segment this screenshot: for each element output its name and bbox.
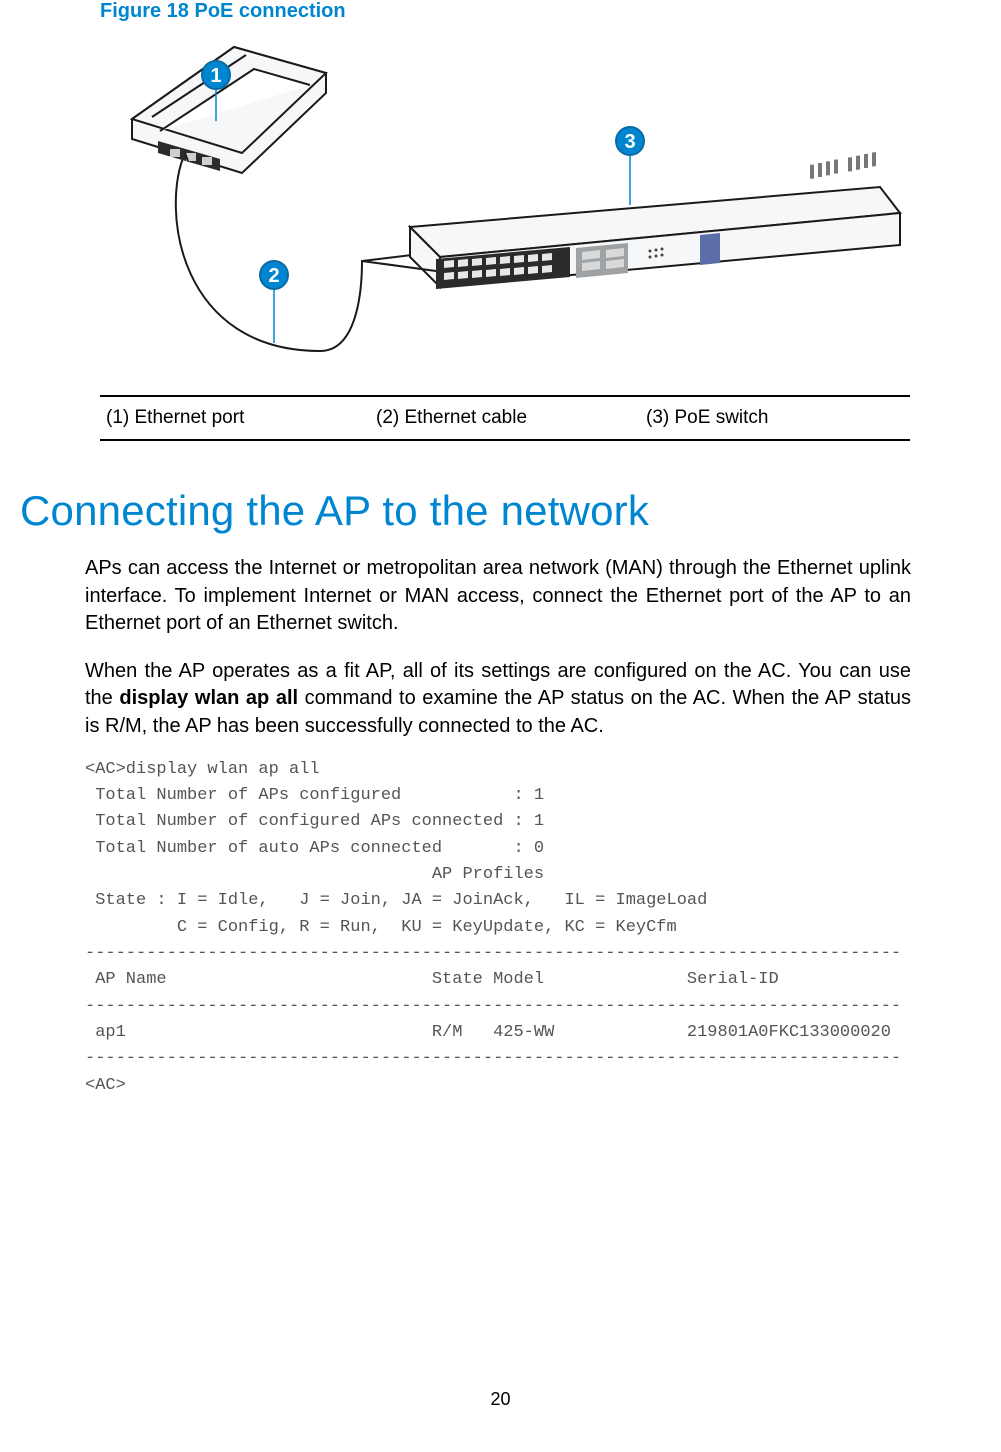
figure-diagram: 1 2 3 — [100, 31, 910, 367]
command-emphasis: display wlan ap all — [119, 687, 298, 709]
poe-switch-illustration — [362, 152, 900, 289]
svg-text:3: 3 — [624, 131, 635, 153]
access-point-illustration — [132, 47, 326, 173]
callout-1: 1 — [202, 61, 230, 89]
legend-item-1: (1) Ethernet port — [100, 397, 370, 439]
figure-legend: (1) Ethernet port (2) Ethernet cable (3)… — [100, 395, 910, 441]
legend-item-2: (2) Ethernet cable — [370, 397, 640, 439]
figure-title: Figure 18 PoE connection — [100, 0, 911, 23]
callout-3: 3 — [616, 127, 644, 155]
paragraph-1: APs can access the Internet or metropoli… — [85, 555, 911, 638]
page-number: 20 — [0, 1389, 1001, 1410]
callout-2: 2 — [260, 261, 288, 289]
svg-text:1: 1 — [210, 65, 221, 87]
svg-text:2: 2 — [268, 265, 279, 287]
legend-item-3: (3) PoE switch — [640, 397, 910, 439]
paragraph-2: When the AP operates as a fit AP, all of… — [85, 658, 911, 741]
section-heading: Connecting the AP to the network — [20, 487, 911, 535]
terminal-output: <AC>display wlan ap all Total Number of … — [85, 757, 911, 1099]
